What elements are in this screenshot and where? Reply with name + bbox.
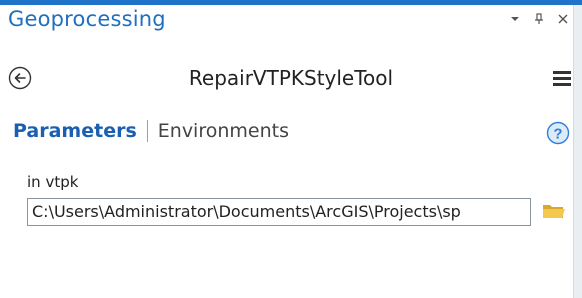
svg-text:?: ? bbox=[553, 126, 562, 143]
hamburger-menu-icon[interactable] bbox=[553, 68, 571, 88]
in-vtpk-input[interactable]: C:\Users\Administrator\Documents\ArcGIS\… bbox=[27, 198, 531, 226]
pane-scrollbar[interactable] bbox=[573, 5, 582, 298]
chevron-down-icon[interactable] bbox=[508, 12, 522, 26]
pane-title: Geoprocessing bbox=[8, 7, 166, 31]
tab-parameters[interactable]: Parameters bbox=[13, 120, 137, 142]
tab-bar: Parameters Environments bbox=[13, 120, 289, 142]
pane-top-border bbox=[0, 0, 582, 5]
pin-icon[interactable] bbox=[532, 12, 546, 26]
help-icon[interactable]: ? bbox=[546, 121, 570, 145]
close-icon[interactable] bbox=[556, 12, 570, 26]
tool-title: RepairVTPKStyleTool bbox=[188, 66, 394, 90]
pane-controls bbox=[508, 12, 570, 26]
tab-environments[interactable]: Environments bbox=[158, 120, 289, 142]
folder-icon[interactable] bbox=[541, 200, 567, 222]
param-label-in-vtpk: in vtpk bbox=[27, 173, 79, 191]
tab-separator bbox=[146, 120, 148, 142]
